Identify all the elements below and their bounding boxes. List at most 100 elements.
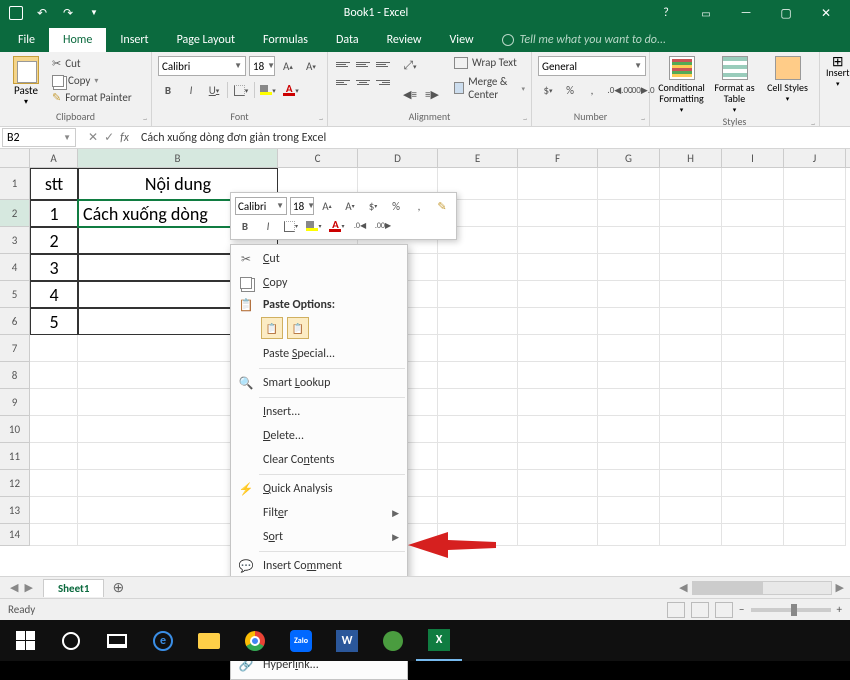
horizontal-scrollbar[interactable] <box>692 581 832 595</box>
cell-j1[interactable] <box>784 168 846 200</box>
ctx-insert[interactable]: Insert... <box>231 400 407 424</box>
cell-i12[interactable] <box>722 470 784 497</box>
comma-format-button[interactable]: , <box>582 80 602 100</box>
row-header-3[interactable]: 3 <box>0 227 30 254</box>
cancel-formula-button[interactable]: ✕ <box>88 130 98 145</box>
name-box[interactable]: B2▼ <box>2 128 76 147</box>
increase-font-button[interactable]: A▴ <box>278 56 298 76</box>
cell-i6[interactable] <box>722 308 784 335</box>
col-header-e[interactable]: E <box>438 149 518 167</box>
mini-comma-button[interactable]: , <box>409 196 429 216</box>
task-view-button[interactable] <box>94 620 140 661</box>
cell-styles-button[interactable]: Cell Styles▾ <box>762 56 813 104</box>
cell-e5[interactable] <box>438 281 518 308</box>
ctx-quick-analysis[interactable]: ⚡Quick Analysis <box>231 477 407 501</box>
cell-h4[interactable] <box>660 254 722 281</box>
col-header-j[interactable]: J <box>784 149 846 167</box>
cell-e10[interactable] <box>438 416 518 443</box>
decrease-decimal-button[interactable]: .00▶.0 <box>632 80 652 100</box>
cell-i4[interactable] <box>722 254 784 281</box>
cell-e6[interactable] <box>438 308 518 335</box>
accounting-format-button[interactable]: $▾ <box>538 80 558 100</box>
word-button[interactable]: W <box>324 620 370 661</box>
align-bottom-button[interactable] <box>374 56 392 72</box>
decrease-font-button[interactable]: A▾ <box>301 56 321 76</box>
cell-a3[interactable]: 2 <box>30 227 78 254</box>
zalo-button[interactable]: Zalo <box>278 620 324 661</box>
cell-j9[interactable] <box>784 389 846 416</box>
cell-f11[interactable] <box>518 443 598 470</box>
font-name-combo[interactable]: Calibri▼ <box>158 56 246 76</box>
cell-f12[interactable] <box>518 470 598 497</box>
start-button[interactable] <box>2 620 48 661</box>
increase-decimal-button[interactable]: .0◀.00 <box>610 80 630 100</box>
normal-view-button[interactable] <box>667 602 685 618</box>
number-format-combo[interactable]: General▼ <box>538 56 646 76</box>
col-header-i[interactable]: I <box>722 149 784 167</box>
cell-h8[interactable] <box>660 362 722 389</box>
cell-g11[interactable] <box>598 443 660 470</box>
cell-f5[interactable] <box>518 281 598 308</box>
tab-review[interactable]: Review <box>373 28 436 52</box>
col-header-h[interactable]: H <box>660 149 722 167</box>
cell-a10[interactable] <box>30 416 78 443</box>
cell-e8[interactable] <box>438 362 518 389</box>
cell-f4[interactable] <box>518 254 598 281</box>
font-size-combo[interactable]: 18▼ <box>249 56 275 76</box>
cell-a12[interactable] <box>30 470 78 497</box>
cell-i11[interactable] <box>722 443 784 470</box>
cell-g7[interactable] <box>598 335 660 362</box>
tab-home[interactable]: Home <box>49 28 106 52</box>
cell-f13[interactable] <box>518 497 598 524</box>
cortana-button[interactable] <box>48 620 94 661</box>
decrease-indent-button[interactable]: ◀≡ <box>400 84 420 104</box>
cell-h11[interactable] <box>660 443 722 470</box>
ctx-insert-comment[interactable]: 💬Insert Comment <box>231 554 407 578</box>
page-layout-view-button[interactable] <box>691 602 709 618</box>
cell-e4[interactable] <box>438 254 518 281</box>
mini-decdec-button[interactable]: .00▶ <box>373 216 393 236</box>
fill-color-button[interactable]: ▾ <box>258 80 278 100</box>
cell-h14[interactable] <box>660 524 722 546</box>
cell-f8[interactable] <box>518 362 598 389</box>
row-header-10[interactable]: 10 <box>0 416 30 443</box>
edge-button[interactable]: e <box>140 620 186 661</box>
mini-bold-button[interactable]: B <box>235 216 255 236</box>
cell-a6[interactable]: 5 <box>30 308 78 335</box>
mini-percent-button[interactable]: % <box>386 196 406 216</box>
mini-fill-button[interactable]: ▾ <box>304 216 324 236</box>
cell-a5[interactable]: 4 <box>30 281 78 308</box>
cell-i13[interactable] <box>722 497 784 524</box>
mini-size-combo[interactable]: 18▼ <box>290 197 314 215</box>
row-header-4[interactable]: 4 <box>0 254 30 281</box>
cell-g10[interactable] <box>598 416 660 443</box>
col-header-d[interactable]: D <box>358 149 438 167</box>
cell-i5[interactable] <box>722 281 784 308</box>
row-header-14[interactable]: 14 <box>0 524 30 546</box>
redo-button[interactable]: ↷ <box>56 2 80 24</box>
mini-incdec-button[interactable]: .0◀ <box>350 216 370 236</box>
tell-me-search[interactable]: Tell me what you want to do... <box>488 28 680 52</box>
wrap-text-button[interactable]: Wrap Text <box>454 56 525 69</box>
merge-center-button[interactable]: Merge & Center▾ <box>454 75 525 101</box>
cut-button[interactable]: ✂Cut <box>50 56 134 71</box>
close-button[interactable]: ✕ <box>806 0 846 26</box>
row-header-5[interactable]: 5 <box>0 281 30 308</box>
quick-save-button[interactable] <box>4 2 28 24</box>
mini-grow-button[interactable]: A▴ <box>317 196 337 216</box>
font-color-button[interactable]: A▾ <box>281 80 301 100</box>
paste-option-paste[interactable]: 📋 <box>261 317 283 339</box>
paste-button[interactable]: Paste ▾ <box>6 56 46 107</box>
cell-j6[interactable] <box>784 308 846 335</box>
chrome-button[interactable] <box>232 620 278 661</box>
cell-i14[interactable] <box>722 524 784 546</box>
cell-e12[interactable] <box>438 470 518 497</box>
ctx-smart-lookup[interactable]: 🔍Smart Lookup <box>231 371 407 395</box>
increase-indent-button[interactable]: ≡▶ <box>422 84 442 104</box>
cell-a13[interactable] <box>30 497 78 524</box>
cell-h10[interactable] <box>660 416 722 443</box>
format-as-table-button[interactable]: Format as Table▾ <box>709 56 760 115</box>
cell-e9[interactable] <box>438 389 518 416</box>
italic-button[interactable]: I <box>181 80 201 100</box>
cell-j10[interactable] <box>784 416 846 443</box>
